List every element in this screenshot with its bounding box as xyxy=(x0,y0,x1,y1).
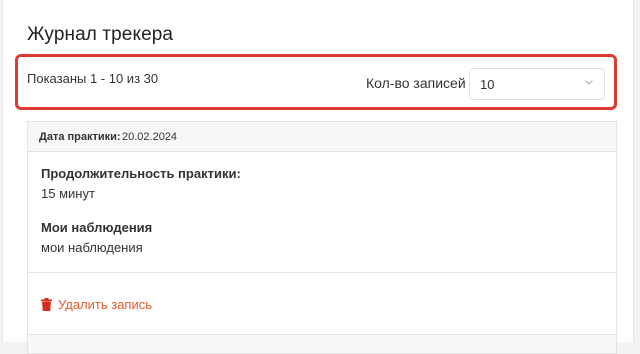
pagination-summary: Показаны 1 - 10 из 30 xyxy=(27,71,159,86)
notes-label: Мои наблюдения xyxy=(41,220,153,235)
delete-entry-button[interactable]: Удалить запись xyxy=(41,294,152,314)
page-title: Журнал трекера xyxy=(27,24,174,45)
trash-icon xyxy=(41,297,52,311)
per-page-label: Кол-во записей xyxy=(366,75,466,91)
per-page-select[interactable]: 10 xyxy=(469,68,605,100)
practice-date-value: 20.02.2024 xyxy=(122,131,178,143)
delete-entry-label: Удалить запись xyxy=(58,296,153,312)
notes-value: мои наблюдения xyxy=(41,240,143,255)
per-page-value: 10 xyxy=(480,77,495,92)
practice-date-label: Дата практики: xyxy=(39,131,121,143)
chevron-down-icon xyxy=(585,80,593,85)
journal-entry-card: Дата практики: 20.02.2024 Продолжительно… xyxy=(27,121,617,342)
card-divider xyxy=(28,272,616,273)
next-entry-card xyxy=(27,334,617,354)
duration-value: 15 минут xyxy=(41,186,95,201)
duration-label: Продолжительность практики: xyxy=(41,166,241,181)
tracker-journal-panel: Журнал трекера Показаны 1 - 10 из 30 Кол… xyxy=(2,0,634,354)
entry-header: Дата практики: 20.02.2024 xyxy=(28,122,616,152)
